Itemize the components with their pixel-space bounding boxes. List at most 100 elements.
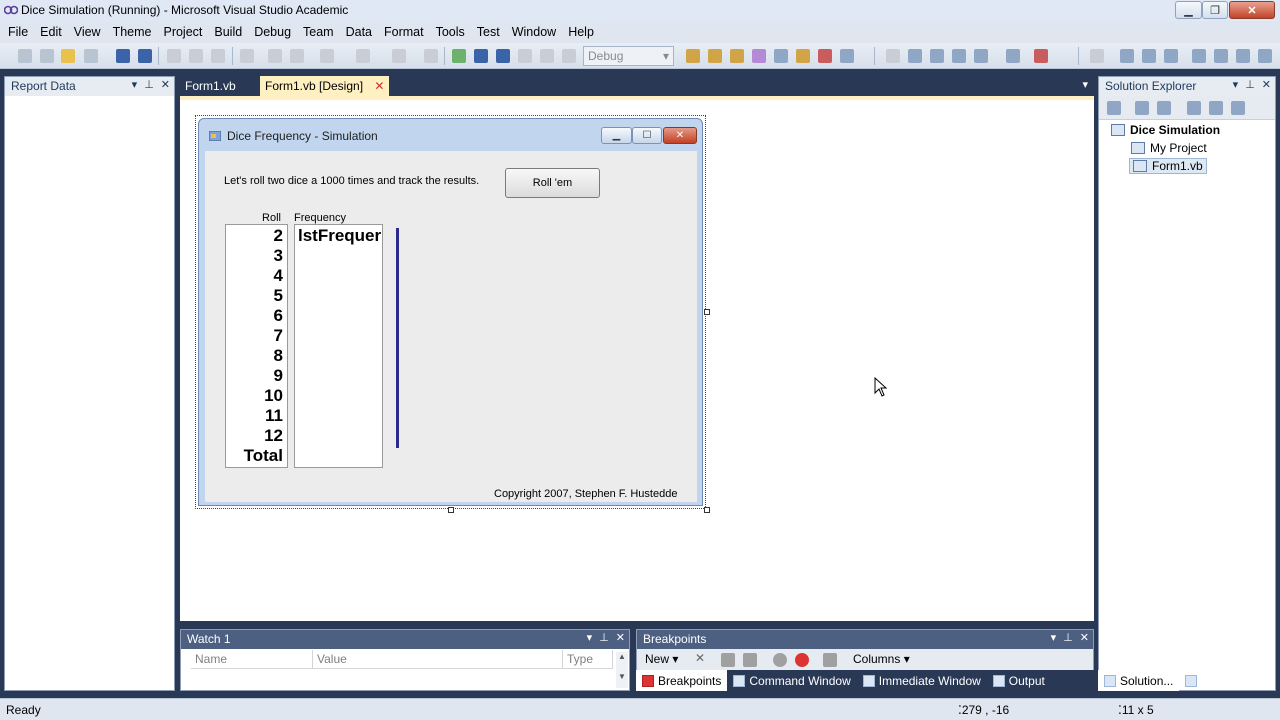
- window-position-icon[interactable]: ▾: [587, 631, 593, 644]
- cut-icon[interactable]: [167, 49, 181, 63]
- export-icon[interactable]: [823, 653, 837, 667]
- properties-window-icon[interactable]: [730, 49, 744, 63]
- delete-icon[interactable]: [240, 49, 254, 63]
- roll-listbox[interactable]: 2 3 4 5 6 7 8 9 10 11 12 Total: [225, 224, 288, 468]
- tab-solution-explorer[interactable]: Solution...: [1098, 670, 1180, 691]
- make-same-size-icon[interactable]: [1258, 49, 1272, 63]
- paste-icon[interactable]: [211, 49, 225, 63]
- columns-button[interactable]: Columns ▾: [849, 651, 914, 669]
- menu-view[interactable]: View: [68, 25, 107, 39]
- form-maximize-button[interactable]: ☐: [632, 127, 662, 144]
- window-position-icon[interactable]: ▾: [132, 78, 138, 91]
- menu-edit[interactable]: Edit: [34, 25, 68, 39]
- pin-icon[interactable]: ⊥: [1063, 631, 1073, 644]
- disable-all-breakpoints-icon[interactable]: [743, 653, 757, 667]
- refresh-icon[interactable]: [1157, 101, 1171, 115]
- watch-scrollbar[interactable]: ▲ ▼: [616, 652, 628, 688]
- tab-command-window[interactable]: Command Window: [727, 674, 856, 688]
- pin-icon[interactable]: ⊥: [599, 631, 609, 644]
- open-file-icon[interactable]: [84, 49, 98, 63]
- watch-column-value[interactable]: Value: [313, 650, 563, 669]
- menu-format[interactable]: Format: [378, 25, 430, 39]
- tree-form1[interactable]: Form1.vb: [1129, 158, 1207, 174]
- align-to-grid-icon[interactable]: [1090, 49, 1104, 63]
- class-diagram-icon[interactable]: [1231, 101, 1245, 115]
- align-lefts-icon[interactable]: [1120, 49, 1134, 63]
- layout-icon[interactable]: [1006, 49, 1020, 63]
- view-code-icon[interactable]: [1187, 101, 1201, 115]
- step-into-icon[interactable]: [518, 49, 532, 63]
- menu-debug[interactable]: Debug: [248, 25, 297, 39]
- tree-my-project[interactable]: My Project: [1131, 141, 1207, 155]
- delete-icon[interactable]: ✕: [695, 651, 705, 665]
- form-close-button[interactable]: ✕: [663, 127, 697, 144]
- window-position-icon[interactable]: ▾: [1051, 631, 1057, 644]
- new-project-icon[interactable]: [18, 49, 32, 63]
- tab-dropdown-icon[interactable]: ▾: [1082, 78, 1088, 91]
- menu-data[interactable]: Data: [340, 25, 378, 39]
- menu-tools[interactable]: Tools: [430, 25, 471, 39]
- copy-icon[interactable]: [189, 49, 203, 63]
- extension-manager-icon[interactable]: [818, 49, 832, 63]
- menu-window[interactable]: Window: [506, 25, 562, 39]
- resize-handle-bottom-right[interactable]: [704, 507, 710, 513]
- menu-file[interactable]: File: [2, 25, 34, 39]
- go-to-source-icon[interactable]: [773, 653, 787, 667]
- save-icon[interactable]: [116, 49, 130, 63]
- frequency-listbox[interactable]: lstFrequer: [294, 224, 383, 468]
- show-all-files-icon[interactable]: [1135, 101, 1149, 115]
- roll-button[interactable]: Roll 'em: [505, 168, 600, 198]
- form-selection-frame[interactable]: Dice Frequency - Simulation ▁ ☐ ✕ Let's …: [195, 115, 710, 513]
- menu-theme[interactable]: Theme: [107, 25, 158, 39]
- form-minimize-button[interactable]: ▁: [601, 127, 632, 144]
- tab-breakpoints[interactable]: Breakpoints: [636, 670, 728, 691]
- align-rights-icon[interactable]: [1164, 49, 1178, 63]
- lock-controls-icon[interactable]: [974, 49, 988, 63]
- menu-build[interactable]: Build: [208, 25, 248, 39]
- start-page-icon[interactable]: [796, 49, 810, 63]
- menu-team[interactable]: Team: [297, 25, 340, 39]
- object-browser-icon[interactable]: [752, 49, 766, 63]
- bring-to-front-icon[interactable]: [908, 49, 922, 63]
- uncomment-icon[interactable]: [290, 49, 304, 63]
- close-icon[interactable]: ✕: [616, 631, 625, 644]
- solution-configuration-select[interactable]: Debug ▾: [583, 46, 674, 66]
- close-icon[interactable]: ✕: [1262, 78, 1271, 91]
- find-in-files-icon[interactable]: [686, 49, 700, 63]
- form-designer-surface[interactable]: Dice Frequency - Simulation ▁ ☐ ✕ Let's …: [180, 96, 1094, 621]
- watch-column-type[interactable]: Type: [563, 650, 613, 669]
- add-item-icon[interactable]: [40, 49, 54, 63]
- align-tops-icon[interactable]: [1192, 49, 1206, 63]
- stop-debugging-icon[interactable]: [496, 49, 510, 63]
- step-over-icon[interactable]: [540, 49, 554, 63]
- window-position-icon[interactable]: ▾: [1233, 78, 1239, 91]
- menu-project[interactable]: Project: [157, 25, 208, 39]
- resize-handle-bottom[interactable]: [448, 507, 454, 513]
- close-icon[interactable]: ✕: [1080, 631, 1089, 644]
- open-folder-icon[interactable]: [61, 49, 75, 63]
- close-tab-icon[interactable]: ✕: [374, 79, 384, 93]
- form-window[interactable]: Dice Frequency - Simulation ▁ ☐ ✕ Let's …: [198, 118, 703, 506]
- tab-immediate-window[interactable]: Immediate Window: [857, 674, 987, 688]
- navigate-backward-icon[interactable]: [392, 49, 406, 63]
- step-out-icon[interactable]: [562, 49, 576, 63]
- tab-output[interactable]: Output: [987, 674, 1051, 688]
- histogram-line[interactable]: [396, 228, 399, 448]
- minimize-button[interactable]: ▁: [1175, 1, 1202, 19]
- tab-form1-design[interactable]: Form1.vb [Design] ✕: [260, 76, 390, 96]
- tab-order-icon[interactable]: [886, 49, 900, 63]
- new-breakpoint-button[interactable]: New ▾: [641, 651, 682, 669]
- redo-icon[interactable]: [356, 49, 370, 63]
- save-all-icon[interactable]: [138, 49, 152, 63]
- debug-icon[interactable]: [1034, 49, 1048, 63]
- command-window-icon[interactable]: [840, 49, 854, 63]
- undo-icon[interactable]: [320, 49, 334, 63]
- maximize-button[interactable]: ❐: [1202, 1, 1228, 19]
- send-to-back-icon[interactable]: [930, 49, 944, 63]
- watch-column-name[interactable]: Name: [191, 650, 313, 669]
- toggle-breakpoint-icon[interactable]: [795, 653, 809, 667]
- toolbox-icon[interactable]: [774, 49, 788, 63]
- pin-icon[interactable]: ⊥: [144, 78, 154, 91]
- break-all-icon[interactable]: [474, 49, 488, 63]
- close-button[interactable]: ✕: [1229, 1, 1275, 19]
